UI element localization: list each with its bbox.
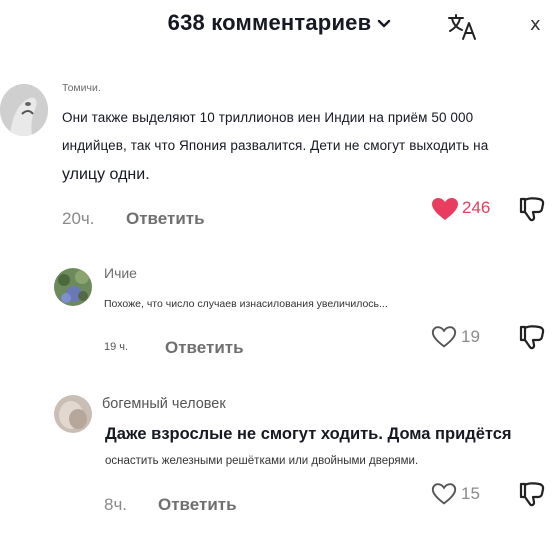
comment-count-title: 638 комментариев bbox=[167, 10, 372, 35]
heart-icon bbox=[432, 198, 458, 220]
like-button[interactable] bbox=[430, 196, 460, 222]
like-button[interactable] bbox=[430, 481, 458, 507]
reply-button[interactable]: Ответить bbox=[158, 495, 237, 515]
comment-username[interactable]: богемный человек bbox=[102, 396, 226, 412]
comment-time: 20ч. bbox=[62, 209, 95, 228]
comment-username[interactable]: Томичи. bbox=[62, 82, 101, 94]
reply-button[interactable]: Ответить bbox=[165, 338, 244, 358]
comment-time: 19 ч. bbox=[104, 341, 129, 353]
like-count: 246 bbox=[462, 198, 491, 217]
avatar[interactable] bbox=[54, 268, 92, 306]
avatar[interactable] bbox=[0, 84, 48, 136]
comment-text-line: Они также выделяют 10 триллионов иен Инд… bbox=[62, 110, 474, 125]
dislike-button[interactable] bbox=[518, 323, 546, 351]
like-count: 19 bbox=[461, 327, 480, 346]
like-count: 15 bbox=[461, 484, 480, 503]
dislike-button[interactable] bbox=[518, 195, 546, 223]
comment-text-line: оснастить железными решётками или двойны… bbox=[105, 455, 419, 467]
dislike-icon bbox=[519, 325, 545, 350]
heart-icon bbox=[431, 483, 457, 505]
dislike-icon bbox=[519, 197, 545, 222]
like-button[interactable] bbox=[430, 324, 458, 350]
reply-button[interactable]: Ответить bbox=[126, 209, 205, 229]
chevron-down-icon[interactable] bbox=[377, 19, 391, 29]
translate-icon[interactable] bbox=[446, 12, 480, 42]
comment-text-line: улицу одни. bbox=[62, 166, 150, 183]
comment-text-line: Даже взрослые не смогут ходить. Дома при… bbox=[105, 425, 512, 443]
comment-text-line: Похоже, что число случаев изнасилования … bbox=[104, 298, 388, 310]
comment-time: 8ч. bbox=[104, 495, 128, 514]
comment-text-line: индийцев, так что Япония развалится. Дет… bbox=[62, 138, 489, 153]
comment-username[interactable]: Ичие bbox=[104, 265, 137, 281]
heart-icon bbox=[431, 326, 457, 348]
avatar[interactable] bbox=[54, 395, 92, 433]
dislike-button[interactable] bbox=[518, 480, 546, 508]
dislike-icon bbox=[519, 482, 545, 507]
close-icon[interactable]: x bbox=[530, 14, 541, 35]
